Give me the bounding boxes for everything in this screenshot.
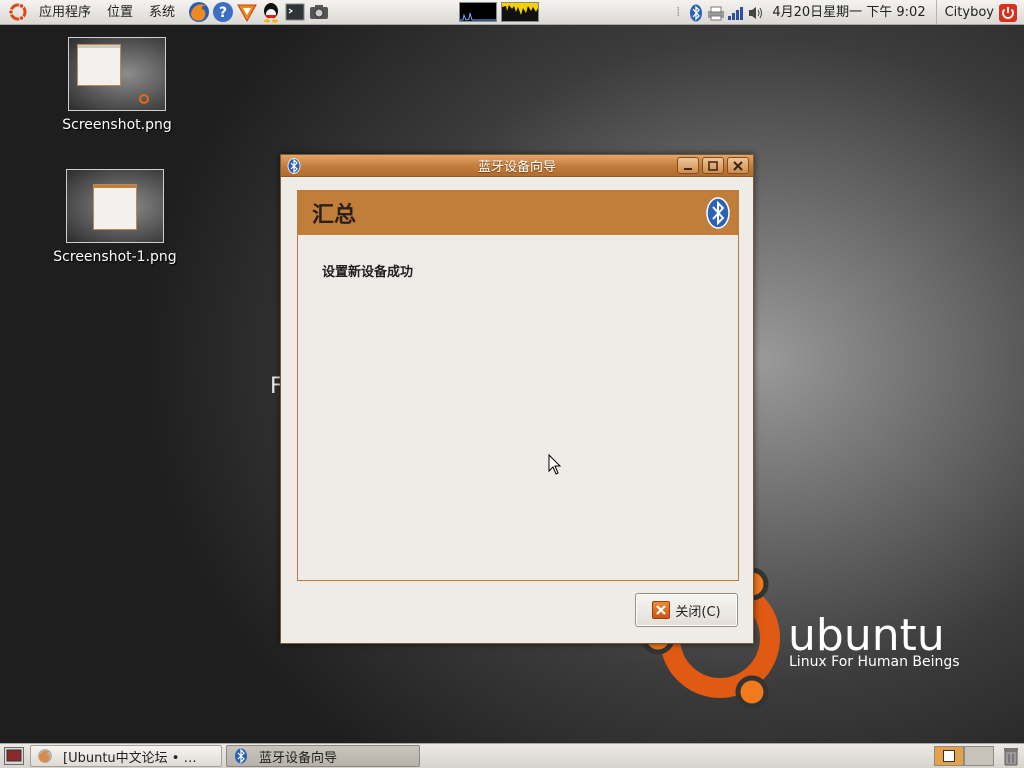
system-tray: ⁞ 4月20日星期一 下午 9:02 Cityboy — [676, 0, 1024, 25]
menu-places[interactable]: 位置 — [99, 0, 141, 25]
user-switcher[interactable]: Cityboy — [937, 5, 998, 20]
ubuntu-logo-icon[interactable] — [7, 1, 29, 23]
main-menu: 应用程序 位置 系统 — [0, 0, 183, 25]
workspace-switcher — [934, 746, 994, 766]
wallpaper-tagline: Linux For Human Beings — [789, 654, 960, 670]
vlc-icon[interactable] — [236, 1, 258, 23]
qq-icon[interactable] — [260, 1, 282, 23]
top-panel: 应用程序 位置 系统 ? ⁞ 4月20日星期一 下午 9:02 Cityboy — [0, 0, 1024, 25]
desktop-file-label: Screenshot.png — [62, 117, 172, 133]
image-thumbnail — [68, 37, 166, 111]
maximize-icon — [708, 160, 718, 171]
bluetooth-wizard-dialog: 蓝牙设备向导 汇总 设置新设备成功 关闭(C) — [280, 154, 754, 644]
close-icon — [733, 160, 743, 171]
wizard-page-header: 汇总 — [298, 191, 738, 235]
show-desktop-icon — [6, 749, 22, 762]
cpu-monitor-graph[interactable] — [459, 2, 497, 22]
close-icon — [652, 601, 671, 619]
workspace-1[interactable] — [934, 746, 964, 766]
firefox-icon — [38, 749, 52, 763]
taskbar-item-firefox[interactable]: [Ubuntu中文论坛 • … — [30, 745, 222, 767]
help-icon[interactable]: ? — [212, 1, 234, 23]
desktop-file-label: Screenshot-1.png — [53, 249, 177, 265]
show-desktop-button[interactable] — [4, 747, 24, 765]
summary-message: 设置新设备成功 — [322, 265, 414, 280]
workspace-2[interactable] — [964, 746, 994, 766]
bluetooth-icon — [706, 197, 730, 229]
bottom-panel: [Ubuntu中文论坛 • … 蓝牙设备向导 — [0, 743, 1024, 768]
menu-system[interactable]: 系统 — [141, 0, 183, 25]
minimize-button[interactable] — [677, 157, 699, 174]
page-title: 汇总 — [312, 203, 357, 228]
close-button[interactable]: 关闭(C) — [635, 593, 738, 627]
menu-applications[interactable]: 应用程序 — [31, 0, 99, 25]
printer-icon[interactable] — [707, 3, 725, 23]
workspace-window-preview — [943, 750, 955, 762]
trash-icon[interactable] — [1002, 746, 1020, 766]
clock[interactable]: 4月20日星期一 下午 9:02 — [766, 0, 937, 25]
thumbnail-logo-icon — [139, 94, 149, 104]
launcher-group: ? — [187, 1, 331, 23]
thumbnail-window — [93, 184, 137, 230]
image-thumbnail — [66, 169, 164, 243]
power-icon[interactable] — [998, 3, 1018, 23]
desktop-file-screenshot-1[interactable]: Screenshot-1.png — [45, 169, 185, 265]
mouse-pointer-icon — [548, 454, 562, 475]
window-controls — [674, 157, 749, 174]
bluetooth-icon — [287, 158, 301, 174]
screenshot-icon[interactable] — [308, 1, 330, 23]
wizard-page: 汇总 设置新设备成功 — [297, 190, 739, 581]
volume-icon[interactable] — [747, 3, 765, 23]
tray-separator-icon: ⁞ — [676, 5, 681, 20]
taskbar-item-label: 蓝牙设备向导 — [259, 750, 338, 766]
close-window-button[interactable] — [727, 157, 749, 174]
network-signal-icon[interactable] — [727, 3, 745, 23]
taskbar-item-bluetooth-wizard[interactable]: 蓝牙设备向导 — [226, 745, 420, 767]
svg-text:?: ? — [219, 5, 227, 21]
dialog-titlebar[interactable]: 蓝牙设备向导 — [281, 155, 753, 177]
maximize-button[interactable] — [702, 157, 724, 174]
taskbar-item-label: [Ubuntu中文论坛 • … — [63, 750, 197, 766]
minimize-icon — [684, 167, 692, 170]
firefox-icon[interactable] — [188, 1, 210, 23]
terminal-icon[interactable] — [284, 1, 306, 23]
close-button-label: 关闭(C) — [675, 604, 721, 620]
memory-monitor-graph[interactable] — [501, 2, 539, 22]
bluetooth-icon[interactable] — [687, 3, 705, 23]
bluetooth-icon — [235, 748, 247, 764]
thumbnail-window — [77, 44, 121, 86]
desktop-file-screenshot[interactable]: Screenshot.png — [47, 37, 187, 133]
